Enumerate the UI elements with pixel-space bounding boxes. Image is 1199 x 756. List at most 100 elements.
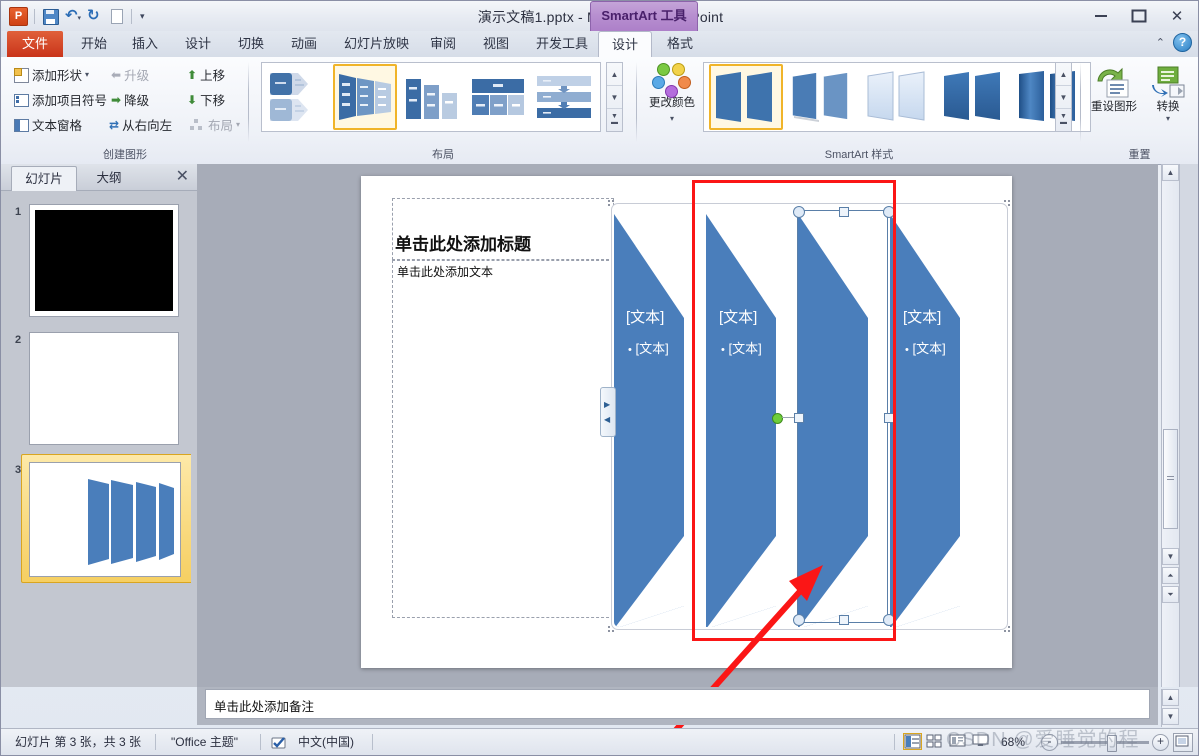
gallery-scroll-up-button[interactable]: ▲ [1056,63,1071,86]
zoom-out-button[interactable]: - [1041,734,1058,751]
rotate-handle[interactable] [772,413,783,424]
smartart-shape-1-bullet[interactable]: • [文本] [628,338,669,357]
scroll-up-button[interactable]: ▲ [1162,164,1179,181]
resize-handle-top-left[interactable] [793,206,805,218]
resize-handle-middle-left[interactable] [794,413,804,423]
tab-animation[interactable]: 动画 [281,31,327,57]
thumbnail-frame[interactable] [29,332,179,445]
previous-slide-button[interactable]: ⏶ [1162,567,1179,584]
chevron-down-icon[interactable]: ▾ [236,120,240,129]
tab-slides[interactable]: 幻灯片 [11,166,77,191]
tab-view[interactable]: 视图 [473,31,519,57]
notes-input[interactable]: 单击此处添加备注 [205,689,1150,719]
zoom-slider-knob[interactable] [1107,735,1117,752]
smartart-shape-1-label[interactable]: [文本] [626,306,664,327]
smartart-object[interactable]: [文本] • [文本] [文本] • [文本] [文本] • [文本] ▶ ◀ [600,200,1011,633]
canvas-vertical-scrollbar[interactable]: ▲ ▼ ⏶ ⏷ [1161,164,1180,687]
style-item-moderate-effect[interactable] [938,65,1010,129]
tab-review[interactable]: 审阅 [420,31,466,57]
smartart-shape-2-label[interactable]: [文本] [719,306,757,327]
gallery-scroll-down-button[interactable]: ▼ [1056,86,1071,109]
tab-insert[interactable]: 插入 [122,31,168,57]
chevron-down-icon[interactable]: ▾ [670,114,674,123]
layout-item-grouped-list[interactable] [467,65,529,129]
tab-file[interactable]: 文件 [7,31,63,57]
tab-home[interactable]: 开始 [71,31,117,57]
resize-handle-bottom-left[interactable] [793,614,805,626]
view-slideshow-button[interactable] [972,733,991,750]
resize-handle-top-right[interactable] [883,206,895,218]
layout-item-staged-process[interactable] [533,65,595,129]
language-label[interactable]: 中文(中国) [298,729,354,755]
demote-button[interactable]: ➡ 降级 [111,90,149,109]
right-to-left-button[interactable]: ⇄ 从右向左 [109,115,172,134]
zoom-level-label[interactable]: 68% [1001,729,1025,755]
notes-pane[interactable]: 单击此处添加备注 [197,687,1158,725]
move-down-button[interactable]: ⬇ 下移 [187,90,225,109]
layout-item-ascending-blocks[interactable] [401,65,463,129]
body-placeholder[interactable]: 单击此处添加文本 [392,260,614,618]
resize-handle-bottom-center[interactable] [839,615,849,625]
zoom-in-button[interactable]: + [1152,734,1169,751]
thumbnail-slide-3[interactable]: 3 [11,454,191,583]
tab-slideshow[interactable]: 幻灯片放映 [334,31,419,57]
help-icon[interactable]: ? [1173,33,1192,52]
smartart-corner-handle[interactable] [608,626,615,633]
notes-vertical-scrollbar[interactable]: ▲ ▼ [1161,689,1180,727]
close-pane-icon[interactable]: ✕ [176,168,189,186]
title-placeholder[interactable]: 单击此处添加标题 [392,198,614,260]
smartart-shape-2-bullet[interactable]: • [文本] [721,338,762,357]
collapse-ribbon-icon[interactable]: ⌃ [1156,36,1165,49]
minimize-button[interactable] [1088,7,1114,24]
thumbnail-slide-1[interactable]: 1 [11,204,179,324]
shape-selection-box[interactable] [797,210,888,623]
notes-scroll-up-button[interactable]: ▲ [1162,689,1179,706]
text-pane-toggle[interactable]: ▶ ◀ [600,387,616,437]
zoom-slider-track[interactable] [1061,741,1149,744]
chevron-down-icon[interactable]: ▾ [1141,114,1195,123]
smartart-corner-handle[interactable] [1004,626,1011,633]
tab-smartart-format[interactable]: 格式 [657,31,703,57]
smartart-shape-4-bullet[interactable]: • [文本] [905,338,946,357]
maximize-button[interactable] [1126,7,1152,24]
smartart-shape-4-label[interactable]: [文本] [903,306,941,327]
convert-button[interactable]: 转换 ▾ [1141,63,1195,123]
text-pane-button[interactable]: 文本窗格 [13,115,82,134]
smartart-corner-handle[interactable] [1004,200,1011,207]
style-item-simple-fill[interactable] [709,64,783,130]
gallery-more-button[interactable]: ▼ ▬ [607,109,622,131]
gallery-scroll-up-button[interactable]: ▲ [607,63,622,86]
gallery-scroll-down-button[interactable]: ▼ [607,86,622,109]
smartart-corner-handle[interactable] [608,200,615,207]
gallery-more-button[interactable]: ▼ ▬ [1056,109,1071,131]
tab-transition[interactable]: 切换 [228,31,274,57]
resize-handle-top-center[interactable] [839,207,849,217]
resize-handle-bottom-right[interactable] [883,614,895,626]
slide-editing-canvas[interactable]: 单击此处添加标题 单击此处添加文本 [文本] • [文本] [文本] • [文本… [197,164,1158,687]
resize-handle-middle-right[interactable] [884,413,894,423]
style-item-white-outline[interactable] [787,65,859,129]
slide-count-label[interactable]: 幻灯片 第 3 张，共 3 张 [15,729,141,755]
view-slide-sorter-button[interactable] [926,733,945,750]
fit-to-window-button[interactable] [1173,733,1193,752]
tab-developer[interactable]: 开发工具 [526,31,598,57]
change-colors-button[interactable]: 更改颜色 ▾ [645,63,699,124]
add-shape-button[interactable]: 添加形状 ▾ [13,65,89,84]
add-bullet-button[interactable]: 添加项目符号 [13,90,107,109]
layout-item-process-arrows[interactable] [267,65,329,129]
thumbnail-slide-2[interactable]: 2 [11,332,179,452]
view-reading-button[interactable] [949,733,968,750]
move-up-button[interactable]: ⬆ 上移 [187,65,225,84]
chevron-down-icon[interactable]: ▾ [85,70,89,79]
tab-smartart-design[interactable]: 设计 [598,31,652,59]
current-slide[interactable]: 单击此处添加标题 单击此处添加文本 [文本] • [文本] [文本] • [文本… [361,176,1012,668]
thumbnail-frame[interactable] [29,204,179,317]
next-slide-button[interactable]: ⏷ [1162,586,1179,603]
tab-outline[interactable]: 大纲 [77,166,141,190]
scroll-thumb[interactable] [1163,429,1178,529]
thumbnail-frame[interactable] [29,462,181,577]
style-item-subtle-effect[interactable] [862,65,934,129]
promote-button[interactable]: ⬅ 升级 [111,65,149,84]
view-normal-button[interactable] [903,733,922,750]
notes-scroll-down-button[interactable]: ▼ [1162,708,1179,725]
